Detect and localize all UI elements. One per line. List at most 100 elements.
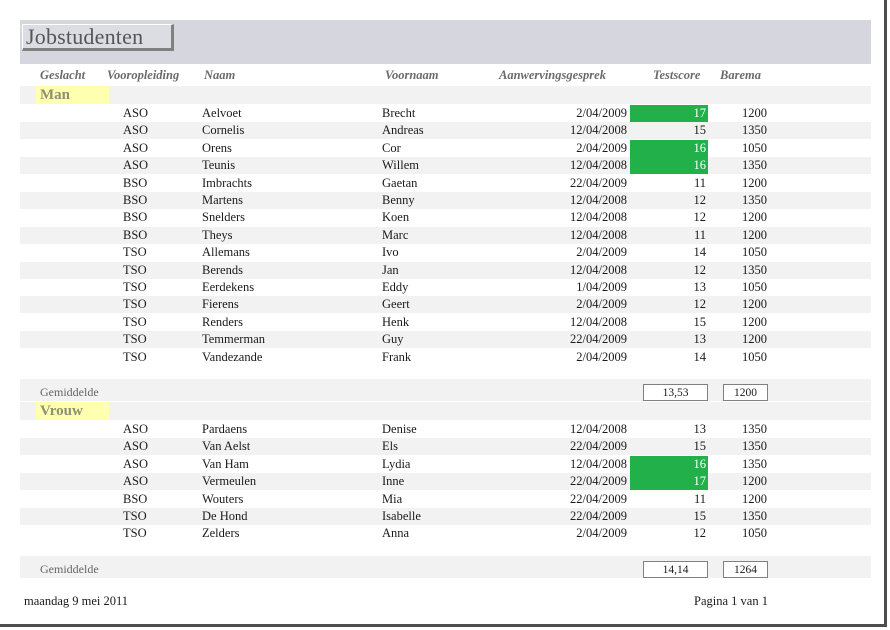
table-row: ASO Vermeulen Inne 22/04/2009 17 1200 [20,473,871,491]
table-row: TSO Eerdekens Eddy 1/04/2009 13 1050 [20,279,871,296]
print-date: maandag 9 mei 2011 [24,594,129,608]
vooropleiding-cell: ASO [123,140,149,155]
voornaam-cell: Els [382,439,398,454]
group-label: Man [36,86,109,104]
aanwervingsgesprek-cell: 12/04/2008 [570,456,627,471]
naam-cell: Zelders [202,526,240,541]
naam-cell: Teunis [202,158,236,173]
vooropleiding-cell: ASO [123,474,149,489]
vooropleiding-cell: BSO [123,210,148,225]
voornaam-cell: Denise [382,422,417,436]
barema-cell: 1200 [742,175,767,190]
aanwervingsgesprek-cell: 22/04/2009 [570,332,627,347]
aanwervingsgesprek-cell: 2/04/2009 [576,297,627,312]
vooropleiding-cell: BSO [123,193,148,207]
voornaam-cell: Jan [382,262,399,277]
barema-cell: 1200 [742,332,767,347]
aanwervingsgesprek-cell: 12/04/2008 [570,422,627,436]
naam-cell: Pardaens [202,422,248,436]
vooropleiding-cell: TSO [123,509,147,523]
page-number: Pagina 1 van 1 [694,594,768,608]
vooropleiding-cell: ASO [123,439,149,454]
testscore-cell: 15 [693,314,707,329]
naam-cell: Snelders [202,210,246,225]
barema-cell: 1350 [742,158,767,173]
table-row: ASO Pardaens Denise 12/04/2008 13 1350 [20,421,871,438]
table-row: TSO De Hond Isabelle 22/04/2009 15 1350 [20,508,871,525]
aanwervingsgesprek-cell: 22/04/2009 [570,509,627,523]
voornaam-cell: Mia [382,491,403,506]
aanwervingsgesprek-cell: 12/04/2008 [570,158,627,173]
barema-cell: 1350 [742,439,767,454]
vooropleiding-cell: ASO [123,106,149,120]
testscore-cell: 17 [630,105,708,122]
vooropleiding-cell: ASO [123,456,149,471]
aanwervingsgesprek-cell: 12/04/2008 [570,262,627,277]
aanwervingsgesprek-cell: 2/04/2009 [576,245,627,260]
vooropleiding-cell: ASO [123,123,149,138]
testscore-cell: 13 [693,332,707,347]
testscore-cell: 12 [693,262,707,277]
barema-cell: 1350 [742,262,767,277]
table-row: TSO Allemans Ivo 2/04/2009 14 1050 [20,244,871,261]
average-label: Gemiddelde [40,385,99,399]
testscore-cell: 12 [693,297,707,312]
testscore-cell: 15 [693,439,707,454]
voornaam-cell: Henk [382,314,410,329]
voornaam-cell: Anna [382,526,410,541]
vooropleiding-cell: TSO [123,349,147,364]
average-testscore: 14,14 [643,561,708,578]
column-header-barema: Barema [720,68,761,82]
barema-cell: 1350 [742,422,767,436]
testscore-cell: 12 [693,210,707,225]
table-row: BSO Wouters Mia 22/04/2009 11 1200 [20,491,871,508]
voornaam-cell: Benny [382,193,415,207]
naam-cell: Aelvoet [202,106,242,120]
vooropleiding-cell: BSO [123,491,148,506]
table-row: TSO Zelders Anna 2/04/2009 12 1050 [20,525,871,542]
barema-cell: 1050 [742,349,767,364]
testscore-cell: 12 [693,193,707,207]
voornaam-cell: Cor [382,140,401,155]
table-row: ASO Orens Cor 2/04/2009 16 1050 [20,139,871,157]
aanwervingsgesprek-cell: 1/04/2009 [576,280,627,294]
vooropleiding-cell: BSO [123,175,148,190]
testscore-cell: 13 [693,280,707,294]
barema-cell: 1050 [742,140,767,155]
barema-cell: 1050 [742,245,767,260]
barema-cell: 1350 [742,193,767,207]
average-label: Gemiddelde [40,562,99,576]
barema-cell: 1200 [742,297,767,312]
aanwervingsgesprek-cell: 12/04/2008 [570,193,627,207]
naam-cell: De Hond [202,509,248,523]
voornaam-cell: Willem [382,158,419,173]
vooropleiding-cell: TSO [123,297,147,312]
table-row: ASO Cornelis Andreas 12/04/2008 15 1350 [20,122,871,140]
testscore-cell: 16 [630,455,708,473]
naam-cell: Cornelis [202,123,245,138]
naam-cell: Fierens [202,297,239,312]
aanwervingsgesprek-cell: 22/04/2009 [570,439,627,454]
vooropleiding-cell: TSO [123,245,147,260]
naam-cell: Theys [202,227,233,242]
testscore-cell: 11 [693,227,706,242]
naam-cell: Temmerman [202,332,265,347]
naam-cell: Van Ham [202,456,249,471]
vooropleiding-cell: ASO [123,422,149,436]
voornaam-cell: Marc [382,227,409,242]
testscore-cell: 11 [693,491,706,506]
table-row: TSO Temmerman Guy 22/04/2009 13 1200 [20,331,871,349]
table-row: TSO Berends Jan 12/04/2008 12 1350 [20,261,871,279]
voornaam-cell: Gaetan [382,175,418,190]
naam-cell: Van Aelst [202,439,251,454]
testscore-cell: 12 [693,526,707,541]
column-header-naam: Naam [204,68,236,82]
table-row: ASO Aelvoet Brecht 2/04/2009 17 1200 [20,105,871,122]
average-barema: 1264 [723,561,768,578]
table-row: BSO Snelders Koen 12/04/2008 12 1200 [20,209,871,226]
testscore-cell: 14 [693,245,707,260]
report-page: Jobstudenten Geslacht Vooropleiding Naam… [0,0,887,627]
aanwervingsgesprek-cell: 22/04/2009 [570,175,627,190]
aanwervingsgesprek-cell: 22/04/2009 [570,474,627,489]
table-row: TSO Vandezande Frank 2/04/2009 14 1050 [20,349,871,366]
